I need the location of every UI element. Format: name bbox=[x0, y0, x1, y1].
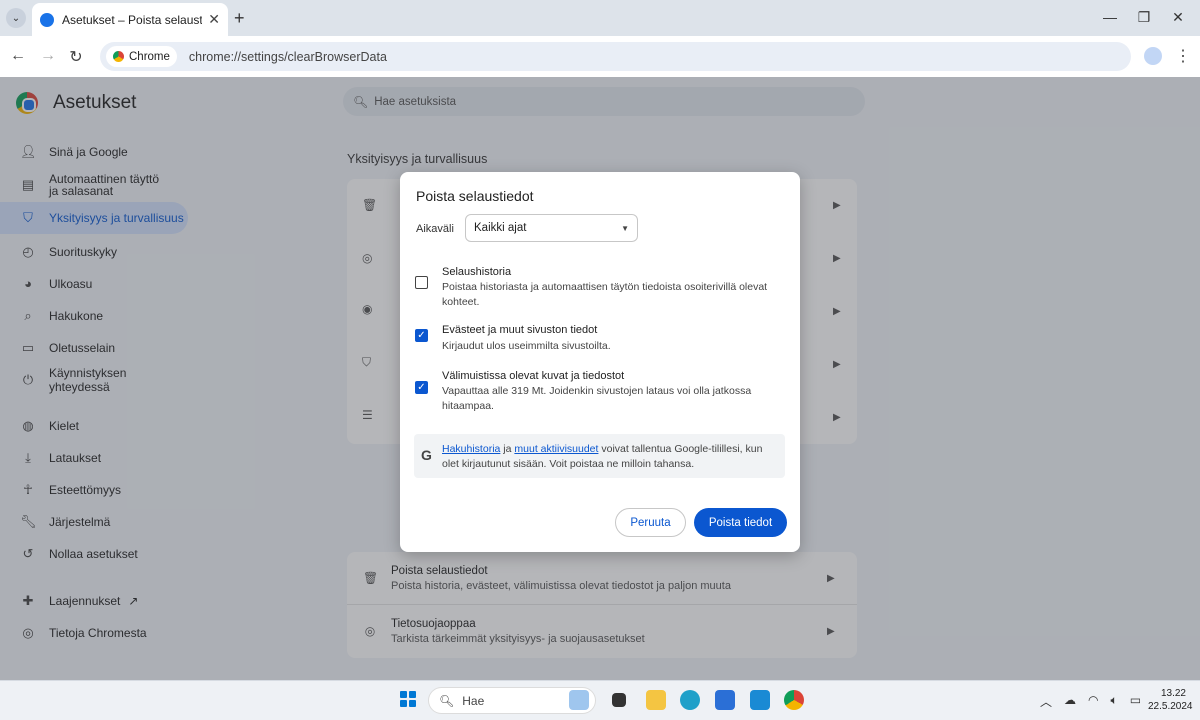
profile-avatar[interactable] bbox=[1144, 47, 1162, 65]
edge-icon[interactable] bbox=[680, 690, 700, 710]
wifi-icon[interactable]: ◠ bbox=[1088, 693, 1098, 710]
back-icon[interactable]: ← bbox=[8, 47, 28, 65]
menu-kebab-icon[interactable]: ⋮ bbox=[1175, 46, 1191, 66]
tab-search-button[interactable]: ⌄ bbox=[6, 8, 26, 28]
taskbar bbox=[0, 680, 1200, 720]
windows-start-icon[interactable] bbox=[400, 691, 416, 707]
option-description: Vapauttaa alle 319 Mt. Joidenkin sivusto… bbox=[442, 385, 752, 412]
minimize-icon[interactable]: — bbox=[1100, 9, 1120, 25]
google-g-icon: G bbox=[421, 447, 432, 463]
time-range-select[interactable]: Kaikki ajat ▼ bbox=[465, 214, 638, 242]
site-info-chip[interactable]: Chrome bbox=[106, 46, 177, 67]
chrome-taskbar-icon[interactable] bbox=[784, 690, 804, 710]
clock[interactable]: 13.22 22.5.2024 bbox=[1148, 687, 1193, 713]
option-title: Välimuistissa olevat kuvat ja tiedostot bbox=[442, 370, 625, 382]
chrome-logo-icon bbox=[113, 51, 124, 62]
cloud-icon[interactable]: ☁ bbox=[1064, 693, 1076, 710]
widgets-icon[interactable] bbox=[569, 690, 589, 710]
file-explorer-icon[interactable] bbox=[646, 690, 666, 710]
window-close-icon[interactable]: ✕ bbox=[1168, 9, 1188, 26]
tab-title: Asetukset – Poista selaustiedot bbox=[62, 12, 203, 27]
option-description: Kirjaudut ulos useimmilta sivustoilta. bbox=[442, 340, 611, 352]
dialog-title: Poista selaustiedot bbox=[416, 188, 534, 204]
other-activity-link[interactable]: muut aktiivisuudet bbox=[514, 443, 598, 455]
browsing-history-checkbox[interactable] bbox=[415, 276, 428, 289]
battery-icon[interactable]: ▭ bbox=[1130, 693, 1141, 710]
address-bar[interactable]: Chrome chrome://settings/clearBrowserDat… bbox=[100, 42, 1131, 71]
time-range-label: Aikaväli bbox=[416, 223, 454, 235]
cookies-checkbox[interactable]: ✓ bbox=[415, 329, 428, 342]
forward-icon[interactable]: → bbox=[38, 47, 58, 65]
cached-images-checkbox[interactable]: ✓ bbox=[415, 381, 428, 394]
chevron-up-icon[interactable]: ︿ bbox=[1040, 693, 1052, 710]
google-notice-text: Hakuhistoria ja muut aktiivisuudet voiva… bbox=[442, 443, 763, 470]
tab-close-icon[interactable]: ✕ bbox=[208, 11, 220, 28]
app-icon[interactable] bbox=[750, 690, 770, 710]
settings-gear-icon bbox=[40, 12, 54, 27]
delete-data-button[interactable]: Poista tiedot bbox=[694, 508, 787, 537]
maximize-icon[interactable]: ❐ bbox=[1134, 9, 1154, 26]
volume-icon[interactable]: 🔈︎ bbox=[1111, 693, 1118, 710]
search-icon: 🔍︎ bbox=[439, 693, 455, 708]
new-tab-button[interactable]: + bbox=[234, 8, 245, 29]
cancel-button[interactable]: Peruuta bbox=[615, 508, 686, 537]
option-description: Poistaa historiasta ja automaattisen täy… bbox=[442, 281, 768, 308]
tab-settings[interactable]: Asetukset – Poista selaustiedot ✕ bbox=[32, 3, 228, 36]
url-text: chrome://settings/clearBrowserData bbox=[188, 49, 387, 64]
system-tray: ︿ ☁ ◠ 🔈︎ ▭ bbox=[1040, 693, 1141, 710]
reload-icon[interactable]: ↻ bbox=[66, 47, 86, 67]
option-title: Selaushistoria bbox=[442, 266, 512, 278]
option-title: Evästeet ja muut sivuston tiedot bbox=[442, 324, 598, 336]
task-view-icon[interactable] bbox=[612, 693, 626, 707]
store-icon[interactable] bbox=[715, 690, 735, 710]
search-history-link[interactable]: Hakuhistoria bbox=[442, 443, 500, 455]
dropdown-caret-icon: ▼ bbox=[621, 223, 629, 233]
